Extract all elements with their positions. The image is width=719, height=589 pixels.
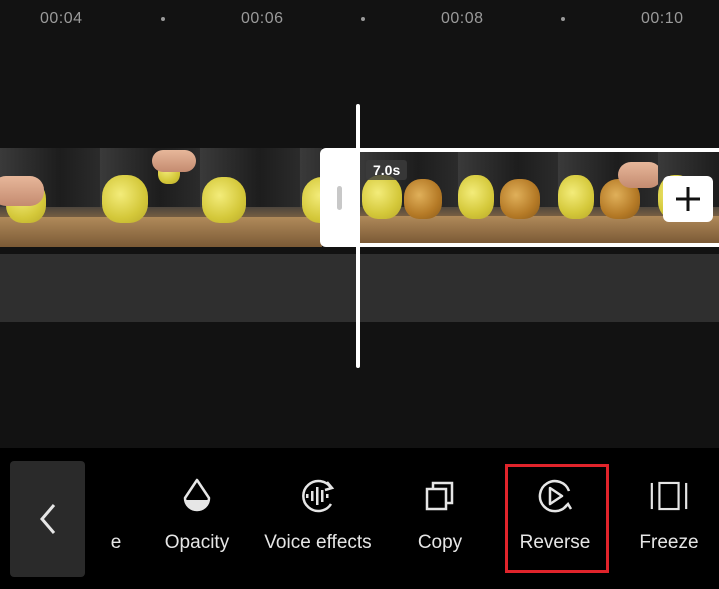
- opacity-icon: [177, 476, 217, 516]
- clip-trim-handle[interactable]: [320, 148, 358, 247]
- time-ruler: 00:04 00:06 00:08 00:10: [0, 0, 719, 40]
- ruler-dot: [361, 17, 365, 21]
- reverse-button[interactable]: Reverse: [514, 476, 596, 560]
- reverse-label: Reverse: [519, 532, 591, 553]
- opacity-label: Opacity: [164, 532, 230, 553]
- copy-label: Copy: [417, 532, 463, 553]
- clip-thumbnail: [458, 152, 558, 243]
- opacity-button[interactable]: Opacity: [157, 476, 237, 560]
- reverse-icon: [535, 476, 575, 516]
- clip-thumbnail: [558, 152, 658, 243]
- voice-effects-icon: [298, 476, 338, 516]
- freeze-button[interactable]: Freeze: [634, 476, 704, 560]
- clip-thumbnail: [300, 148, 322, 247]
- clip-thumbnail: [100, 148, 200, 247]
- copy-icon: [420, 476, 460, 516]
- ruler-label-4: 00:10: [641, 10, 684, 27]
- ruler-label-2: 00:06: [241, 10, 284, 27]
- clip-thumbnail: [200, 148, 300, 247]
- freeze-icon: [649, 476, 689, 516]
- toolbar-item-label: e: [110, 532, 122, 553]
- voice-effects-button[interactable]: Voice effects: [256, 476, 380, 560]
- ruler-label-3: 00:08: [441, 10, 484, 27]
- back-button[interactable]: [10, 461, 85, 577]
- ruler-dot: [161, 17, 165, 21]
- clip-thumbnail: [0, 148, 100, 247]
- plus-icon: [676, 187, 700, 211]
- toolbar-item-partial[interactable]: e: [104, 476, 128, 560]
- add-clip-button[interactable]: [663, 176, 713, 222]
- copy-button[interactable]: Copy: [410, 476, 470, 560]
- playhead[interactable]: [356, 104, 360, 368]
- timeline[interactable]: 7.0s: [0, 40, 719, 448]
- ruler-label-1: 00:04: [40, 10, 83, 27]
- chevron-left-icon: [39, 504, 55, 534]
- grip-icon: [337, 186, 342, 210]
- video-clip-previous[interactable]: [0, 148, 322, 247]
- freeze-label: Freeze: [639, 532, 699, 553]
- voice-effects-label: Voice effects: [264, 532, 372, 553]
- ruler-dot: [561, 17, 565, 21]
- edit-toolbar: e Opacity Voice effects Copy Reverse Fre…: [0, 448, 719, 589]
- clip-duration-badge: 7.0s: [366, 160, 408, 180]
